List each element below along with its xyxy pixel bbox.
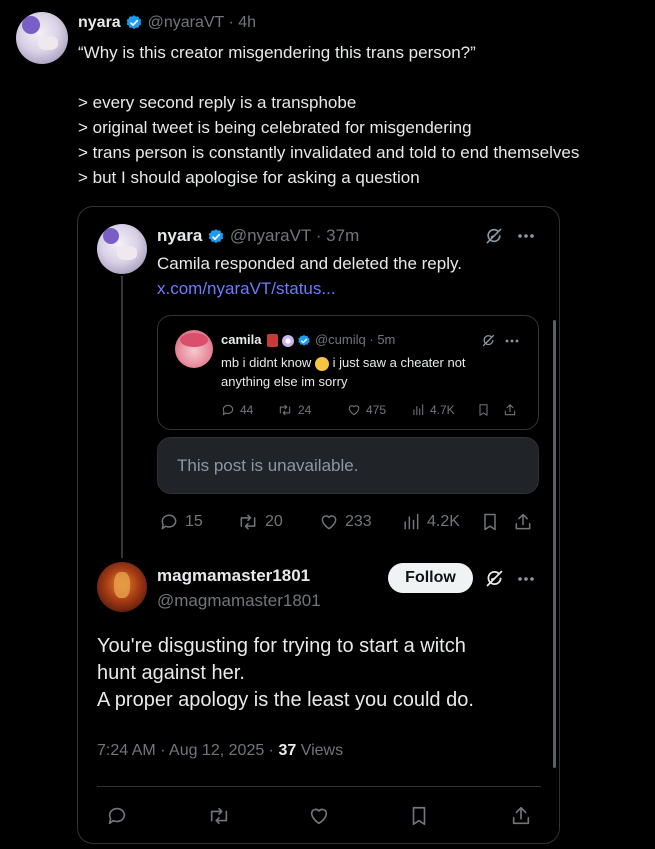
more-options-icon[interactable] bbox=[517, 233, 535, 239]
scrollbar[interactable] bbox=[553, 320, 556, 768]
bookmark-button[interactable] bbox=[477, 403, 503, 417]
verified-badge-icon bbox=[207, 228, 225, 246]
views-button[interactable]: 4.7K bbox=[411, 403, 477, 417]
unavailable-post-text: This post is unavailable. bbox=[177, 456, 359, 475]
heart-icon bbox=[348, 405, 360, 416]
card-post-link[interactable]: x.com/nyaraVT/status... bbox=[157, 278, 336, 300]
card-post-text: Camila responded and deleted the reply. bbox=[157, 254, 462, 273]
avatar-nyara-card[interactable] bbox=[97, 224, 147, 274]
follow-button[interactable]: Follow bbox=[388, 563, 473, 593]
grok-icon[interactable] bbox=[484, 226, 504, 246]
nested-action-bar: 44 24 475 4.7K bbox=[221, 403, 517, 417]
post-time[interactable]: 4h bbox=[238, 14, 256, 31]
divider bbox=[97, 786, 541, 787]
reply-button[interactable] bbox=[106, 805, 207, 827]
like-button[interactable]: 475 bbox=[347, 403, 411, 417]
author-handle[interactable]: @nyaraVT bbox=[148, 14, 224, 31]
post-quote-line: “Why is this creator misgendering this t… bbox=[78, 43, 476, 62]
views-icon bbox=[404, 513, 419, 530]
share-button[interactable] bbox=[513, 512, 533, 532]
reply-button[interactable]: 44 bbox=[221, 403, 277, 417]
reply-body: You're disgusting for trying to start a … bbox=[97, 633, 474, 714]
nested-post-time[interactable]: 5m bbox=[377, 332, 395, 347]
repost-button[interactable]: 24 bbox=[277, 403, 347, 417]
more-options-icon[interactable] bbox=[505, 339, 519, 343]
more-options-icon[interactable] bbox=[517, 576, 535, 582]
heart-icon bbox=[321, 515, 337, 530]
reply-action-bar bbox=[106, 805, 532, 827]
nested-author-handle[interactable]: @cumilq bbox=[315, 332, 366, 347]
reply-author-handle[interactable]: @magmamaster1801 bbox=[157, 590, 321, 612]
nested-author-name[interactable]: camila bbox=[221, 332, 261, 347]
share-icon bbox=[504, 404, 516, 416]
reply-line: You're disgusting for trying to start a … bbox=[97, 635, 466, 657]
share-icon bbox=[515, 513, 531, 530]
repost-button[interactable] bbox=[207, 805, 308, 827]
reply-timestamp[interactable]: 7:24 AM · Aug 12, 2025 · bbox=[97, 742, 278, 759]
card-author-handle[interactable]: @nyaraVT bbox=[230, 226, 311, 245]
repost-icon bbox=[210, 807, 228, 825]
greentext-line: > but I should apologise for asking a qu… bbox=[78, 168, 420, 187]
bookmark-button[interactable] bbox=[481, 512, 513, 532]
reply-line: A proper apology is the least you could … bbox=[97, 689, 474, 711]
repost-icon bbox=[240, 514, 256, 530]
bookmark-icon bbox=[479, 404, 488, 416]
repost-button[interactable]: 20 bbox=[237, 512, 319, 532]
views-icon bbox=[413, 404, 424, 416]
reply-icon bbox=[108, 807, 126, 825]
thread-line bbox=[121, 276, 123, 558]
reply-views-label: Views bbox=[296, 742, 344, 759]
share-button[interactable] bbox=[510, 805, 532, 827]
verified-badge-icon bbox=[297, 334, 311, 348]
views-button[interactable]: 4.2K bbox=[401, 512, 481, 532]
share-icon bbox=[512, 806, 530, 825]
reply-icon bbox=[161, 514, 177, 530]
like-button[interactable] bbox=[308, 805, 409, 827]
bookmark-button[interactable] bbox=[409, 805, 510, 827]
reply-line: hunt against her. bbox=[97, 662, 245, 684]
card-post-time[interactable]: 37m bbox=[326, 226, 359, 245]
grok-icon[interactable] bbox=[481, 333, 496, 348]
grok-icon[interactable] bbox=[484, 568, 505, 589]
avatar-camila[interactable] bbox=[175, 330, 213, 368]
greentext-line: > trans person is constantly invalidated… bbox=[78, 143, 580, 162]
bookmark-icon bbox=[412, 806, 426, 826]
verified-badge-icon bbox=[125, 14, 143, 32]
heart-icon bbox=[310, 808, 328, 825]
repost-icon bbox=[279, 404, 291, 416]
post-text: “Why is this creator misgendering this t… bbox=[78, 40, 579, 190]
author-name[interactable]: nyara bbox=[78, 14, 121, 31]
card-author-name[interactable]: nyara bbox=[157, 226, 202, 245]
greentext-line: > every second reply is a transphobe bbox=[78, 93, 357, 112]
reply-icon bbox=[222, 404, 234, 416]
like-button[interactable]: 233 bbox=[319, 512, 401, 532]
reply-views-count: 37 bbox=[278, 742, 297, 759]
bookmark-icon bbox=[484, 513, 496, 531]
flower-emoji-icon bbox=[281, 334, 294, 347]
avatar-magmamaster[interactable] bbox=[97, 562, 147, 612]
nested-post-text: mb i didnt know i just saw a cheater not… bbox=[221, 355, 466, 389]
crying-face-icon bbox=[314, 356, 329, 371]
reply-author-name[interactable]: magmamaster1801 bbox=[157, 565, 310, 587]
reply-meta: 7:24 AM · Aug 12, 2025 · 37 Views bbox=[97, 740, 343, 762]
reply-button[interactable]: 15 bbox=[159, 512, 237, 532]
avatar-nyara[interactable] bbox=[16, 12, 68, 64]
card-emoji-icon bbox=[267, 334, 279, 348]
greentext-line: > original tweet is being celebrated for… bbox=[78, 118, 472, 137]
card-action-bar: 15 20 233 4.2K bbox=[159, 512, 533, 532]
share-button[interactable] bbox=[503, 403, 517, 417]
